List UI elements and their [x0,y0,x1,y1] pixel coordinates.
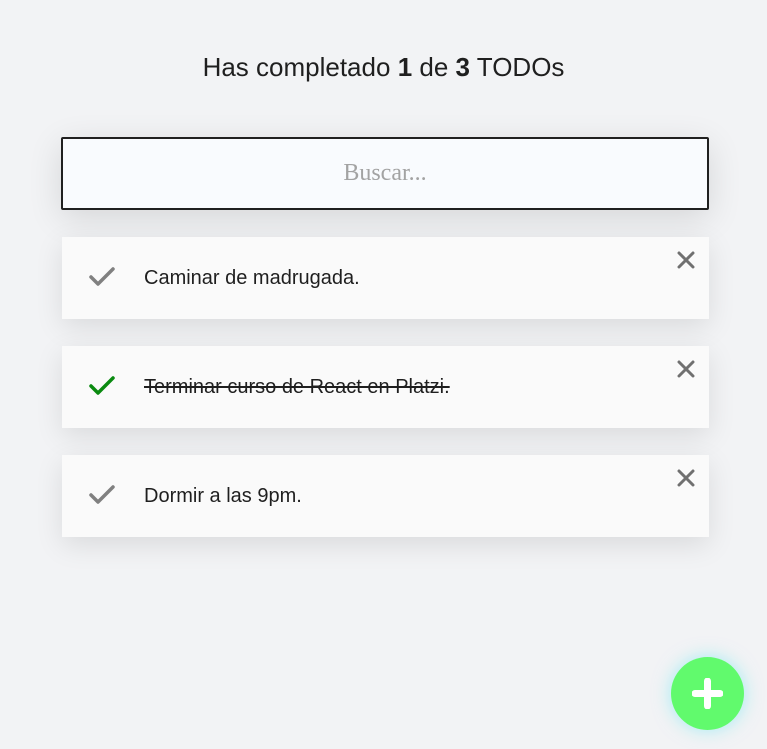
check-mark [89,485,115,504]
todo-item: Caminar de madrugada. [62,237,709,319]
close-icon[interactable] [677,360,695,378]
plus-icon [692,678,723,709]
close-icon[interactable] [677,469,695,487]
todo-item: Dormir a las 9pm. [62,455,709,537]
close-icon[interactable] [677,251,695,269]
todo-text: Caminar de madrugada. [144,267,360,289]
check-icon[interactable] [88,374,116,398]
todo-item: Terminar curso de React en Platzi. [62,346,709,428]
counter-middle: de [419,52,449,82]
completed-count: 1 [397,52,413,82]
check-icon[interactable] [88,483,116,507]
check-mark [89,267,115,286]
todo-text: Terminar curso de React en Platzi. [144,376,450,398]
todo-counter: Has completado 1 de 3 TODOs [0,50,767,84]
todo-list: Caminar de madrugada. Terminar curso de … [62,237,709,564]
add-todo-button[interactable] [671,657,744,730]
total-count: 3 [455,52,471,82]
check-icon[interactable] [88,265,116,289]
counter-suffix: TODOs [476,52,565,82]
check-mark [89,376,115,395]
counter-prefix: Has completado [202,52,391,82]
todo-text: Dormir a las 9pm. [144,485,302,507]
search-input[interactable] [61,137,709,210]
